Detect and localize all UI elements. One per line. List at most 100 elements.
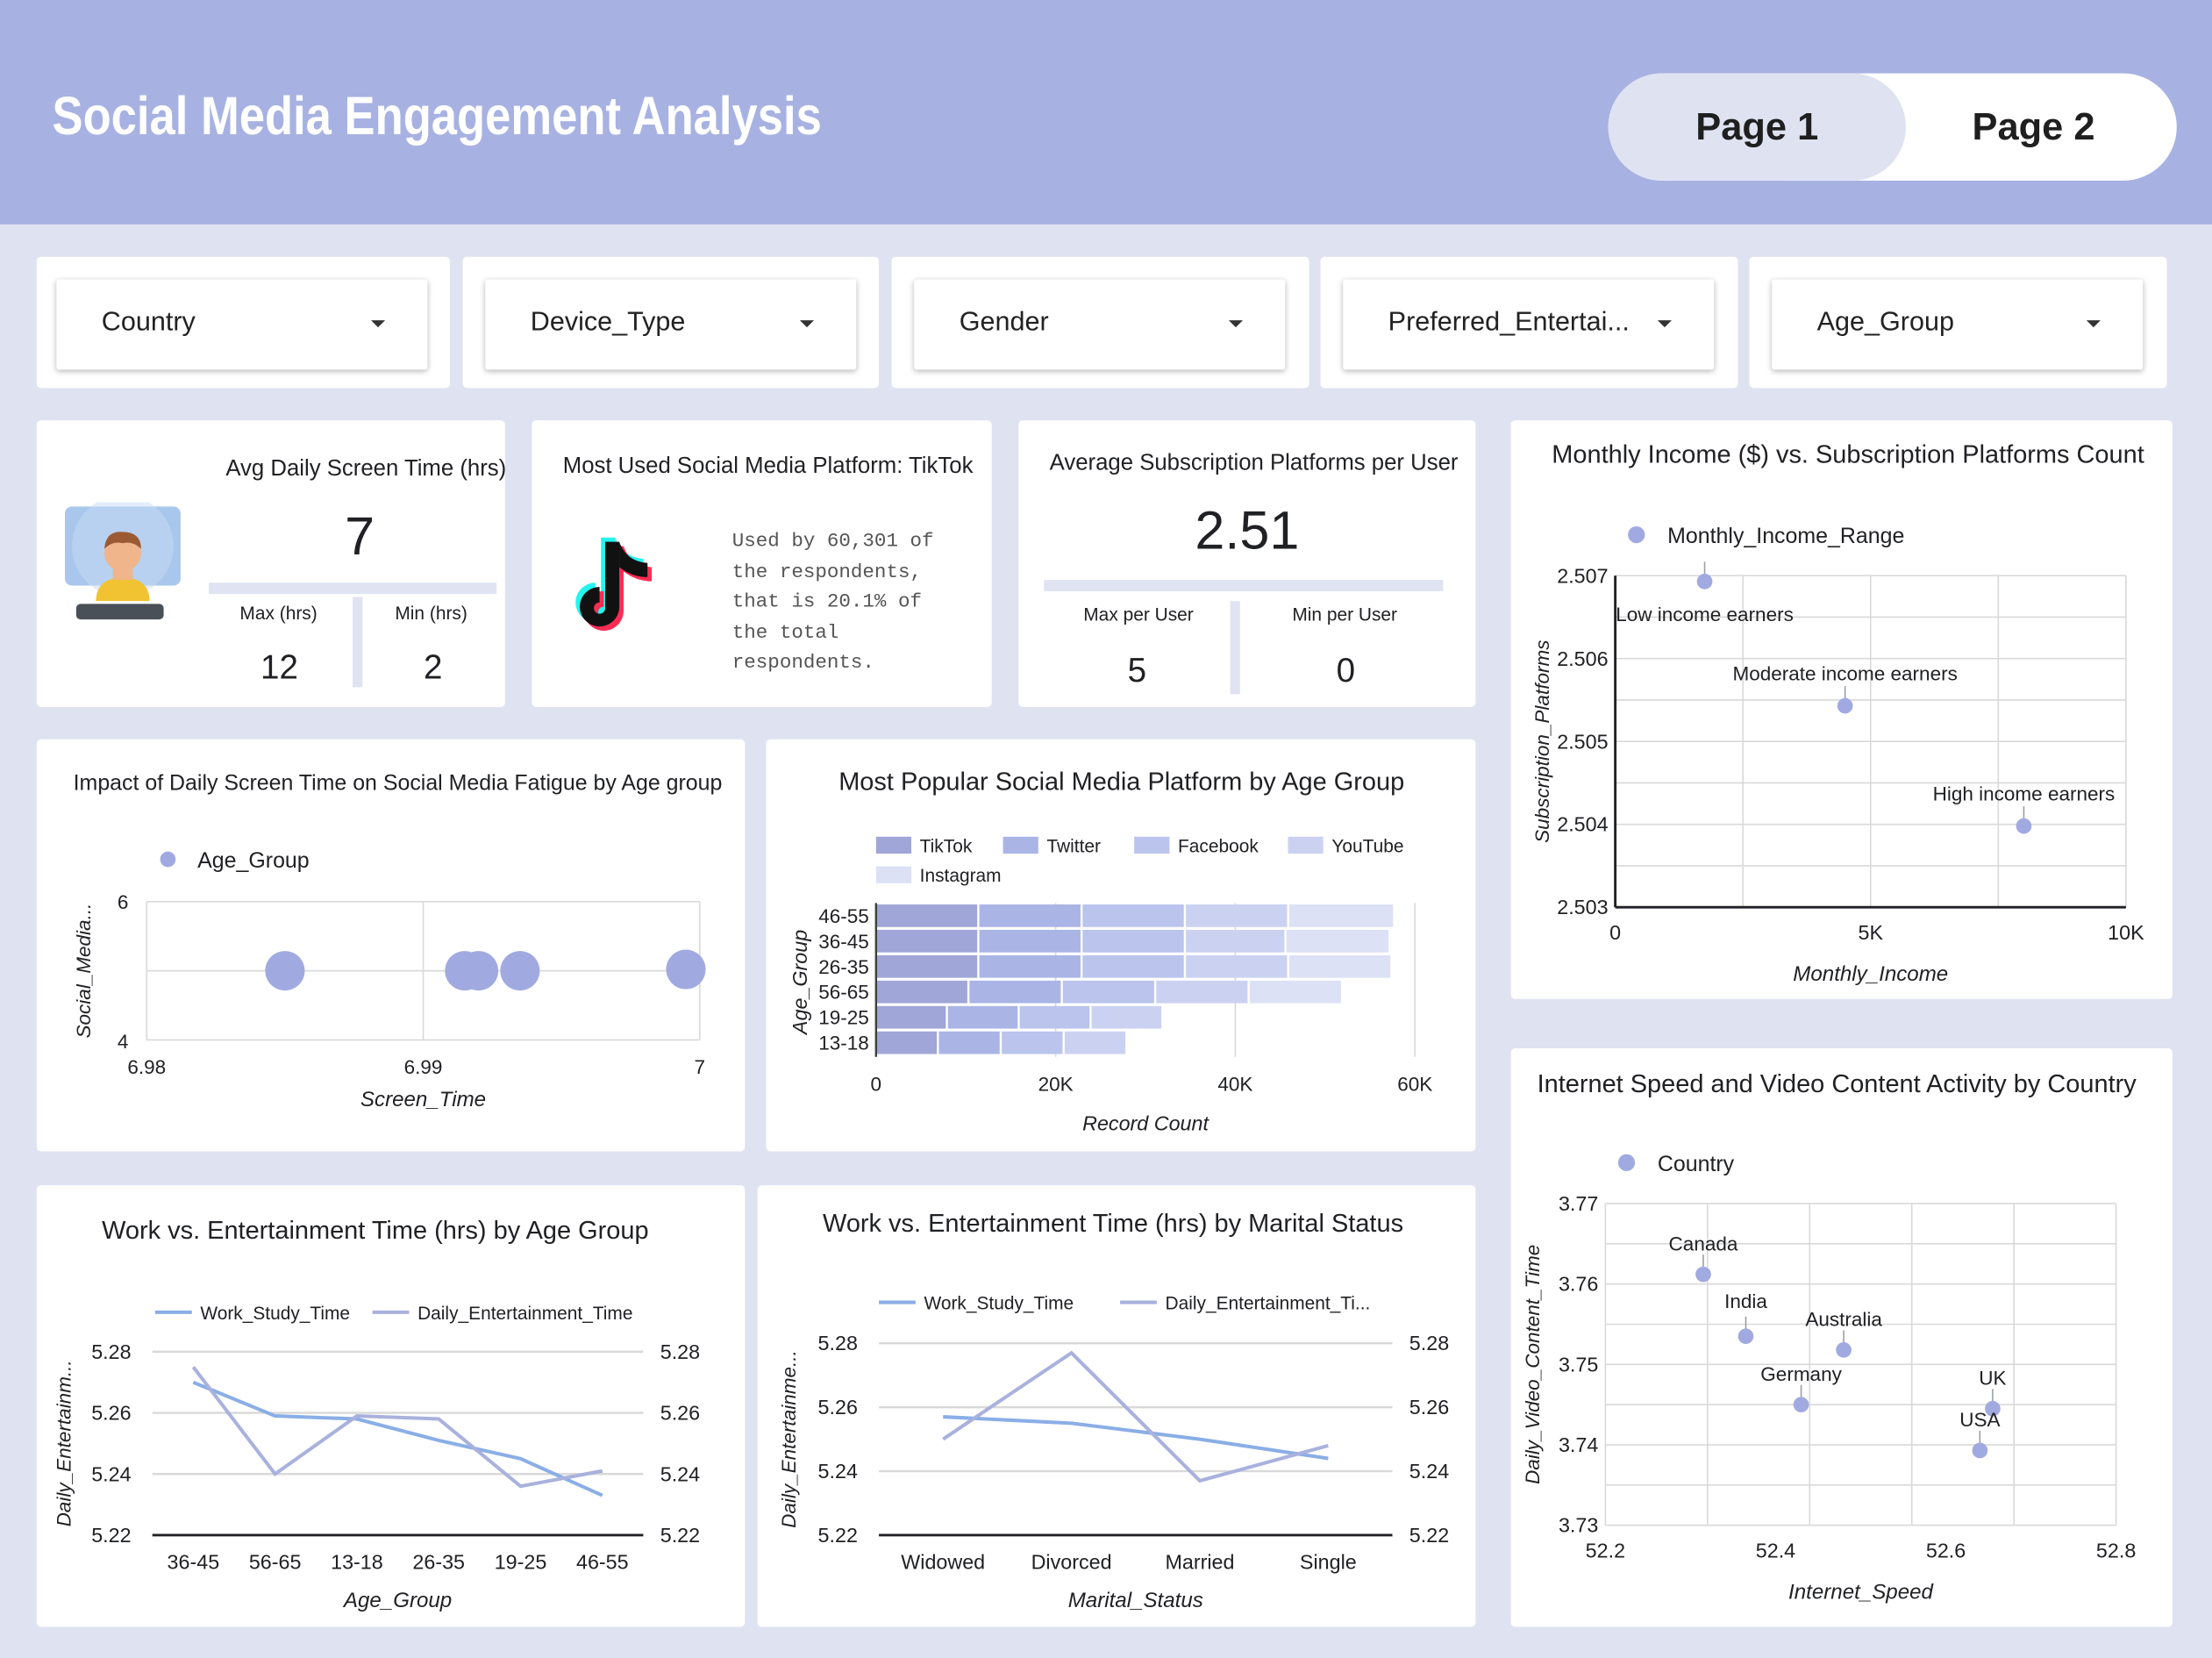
x-axis-label: Marital_Status [1068, 1589, 1203, 1612]
x-tick-label: Married [1165, 1551, 1234, 1574]
x-tick-label: Widowed [901, 1551, 985, 1574]
y-tick-label: 3.74 [1559, 1433, 1598, 1456]
y-tick-label-right: 5.22 [660, 1524, 700, 1547]
y-tick-label: 3.76 [1559, 1273, 1598, 1296]
page-1-button[interactable]: Page 1 [1608, 73, 1906, 181]
filter-card-country: Country [36, 256, 451, 389]
legend-label: Twitter [1046, 836, 1101, 856]
y-tick-label: 5.24 [818, 1460, 858, 1483]
description-line: Used by 60,301 of [731, 530, 934, 554]
kpi-title: Most Used Social Media Platform: TikTok [562, 454, 974, 479]
preferred-entertainment-dropdown[interactable]: Preferred_Entertai... [1343, 279, 1715, 370]
point-label: Canada [1669, 1233, 1738, 1254]
y-axis-label: Social_Media... [73, 904, 95, 1039]
tiktok-logo-icon [575, 537, 653, 631]
legend-label: Age_Group [197, 848, 309, 873]
filter-card-device: Device_Type [462, 256, 880, 389]
device-type-dropdown[interactable]: Device_Type [485, 279, 857, 370]
y-tick-label: 3.75 [1559, 1353, 1598, 1376]
x-tick-label: 20K [1038, 1073, 1074, 1095]
data-point [1837, 697, 1853, 714]
dropdown-label: Gender [959, 307, 1049, 338]
x-tick-label: 6.98 [127, 1056, 166, 1078]
y-tick-label: 2.503 [1557, 896, 1608, 918]
y-tick-label-right: 5.26 [1409, 1396, 1449, 1419]
point-label: Moderate income earners [1732, 663, 1957, 685]
point-label: Low income earners [1616, 604, 1794, 625]
bar-segment [1186, 954, 1288, 978]
y-tick-label: 2.507 [1557, 564, 1608, 587]
x-axis-label: Age_Group [342, 1589, 452, 1612]
x-tick-label: Divorced [1031, 1551, 1112, 1574]
chart-title: Monthly Income ($) vs. Subscription Plat… [1552, 441, 2144, 469]
chart-title: Work vs. Entertainment Time (hrs) by Age… [102, 1217, 648, 1245]
bar-segment [979, 954, 1081, 978]
gender-dropdown[interactable]: Gender [914, 279, 1286, 370]
income-scatter-chart: Monthly Income ($) vs. Subscription Plat… [1531, 441, 2144, 986]
page-2-button[interactable]: Page 2 [1890, 74, 2177, 181]
legend-label: YouTube [1331, 836, 1403, 856]
country-dropdown[interactable]: Country [56, 279, 428, 370]
data-point [666, 949, 706, 990]
y-tick-label: 2.504 [1557, 813, 1608, 836]
legend-label: Instagram [920, 866, 1002, 886]
legend-label: Country [1658, 1152, 1735, 1176]
min-label: Min per User [1292, 604, 1398, 625]
y-tick-label: 4 [118, 1031, 129, 1053]
y-axis-label: Subscription_Platforms [1531, 640, 1553, 843]
divider [1230, 601, 1240, 695]
y-tick-label: 2.505 [1557, 730, 1608, 753]
y-tick-label-right: 5.24 [660, 1462, 700, 1485]
internet-scatter-chart: Internet Speed and Video Content Activit… [1522, 1070, 2137, 1604]
y-tick-label: 5.22 [91, 1524, 131, 1547]
x-tick-label: 13-18 [331, 1551, 383, 1574]
kpi-platform-card: Most Used Social Media Platform: TikTok … [532, 420, 992, 707]
point-label: USA [1959, 1409, 2000, 1431]
age-group-dropdown[interactable]: Age_Group [1772, 279, 2144, 370]
x-tick-label: 52.4 [1756, 1540, 1795, 1562]
marital-line-chart: Work vs. Entertainment Time (hrs) by Mar… [778, 1210, 1449, 1612]
y-tick-label: 19-25 [818, 1007, 869, 1029]
bar-segment [1288, 904, 1394, 927]
caret-down-icon [799, 320, 815, 328]
fatigue-scatter-chart: Impact of Daily Screen Time on Social Me… [73, 771, 722, 1111]
legend-label: Monthly_Income_Range [1667, 524, 1904, 548]
caret-down-icon [1657, 320, 1672, 328]
data-point [1836, 1341, 1852, 1358]
bar-segment [875, 980, 967, 1004]
y-tick-label-right: 5.26 [660, 1402, 700, 1425]
point-label: India [1724, 1290, 1767, 1312]
filter-card-gender: Gender [891, 256, 1309, 389]
age-line-chart: Work vs. Entertainment Time (hrs) by Age… [53, 1217, 700, 1612]
internet-chart-card: Internet Speed and Video Content Activit… [1510, 1048, 2173, 1627]
description-line: the respondents, [731, 561, 922, 584]
x-tick-label: 46-55 [576, 1551, 629, 1574]
series-line [192, 1380, 603, 1497]
y-tick-label: 13-18 [818, 1033, 869, 1054]
x-tick-label: 40K [1217, 1073, 1252, 1095]
legend-swatch [875, 836, 912, 854]
max-value: 5 [1127, 652, 1147, 690]
y-axis-label: Daily_Video_Content_Time [1522, 1245, 1544, 1484]
caret-down-icon [1228, 320, 1244, 328]
bar-segment [969, 980, 1061, 1004]
kpi-value: 7 [345, 508, 375, 568]
legend-label: Work_Study_Time [200, 1304, 350, 1324]
dropdown-label: Device_Type [530, 307, 686, 338]
y-axis-label: Age_Group [788, 930, 811, 1036]
y-axis-label: Daily_Entertainme... [778, 1350, 800, 1528]
x-tick-label: Single [1300, 1551, 1357, 1574]
series-line [942, 1350, 1329, 1483]
y-tick-label-right: 5.28 [1409, 1332, 1449, 1354]
bar-segment [875, 1031, 938, 1054]
kpi-title: Avg Daily Screen Time (hrs) [225, 457, 507, 482]
kpi-title: Average Subscription Platforms per User [1049, 451, 1459, 476]
x-tick-label: 7 [695, 1056, 706, 1078]
point-label: High income earners [1933, 783, 2116, 805]
bar-segment [1156, 980, 1248, 1004]
data-point [1972, 1442, 1988, 1459]
divider [1044, 580, 1444, 591]
bar-segment [1286, 929, 1389, 953]
legend-swatch [1003, 836, 1038, 854]
filter-card-age: Age_Group [1749, 256, 2167, 389]
